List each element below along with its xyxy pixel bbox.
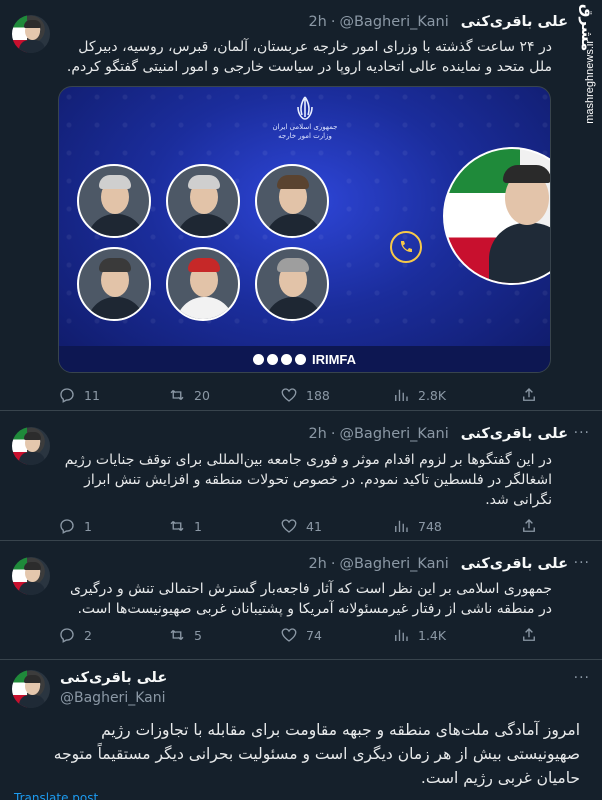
portrait-lavrov [255, 247, 329, 321]
portrait-faisal [166, 247, 240, 321]
reply-count: 1 [84, 518, 92, 534]
tweet-text: در این گفتگوها بر لزوم اقدام موثر و فوری… [64, 452, 552, 508]
tweet-actions: 1 1 41 748 [58, 517, 535, 537]
user-name[interactable]: علی باقری‌کنی [60, 670, 167, 686]
views-count: 1.4K [418, 627, 447, 643]
repost-button[interactable]: 20 [168, 386, 210, 404]
tweet-text: در ۲۴ ساعت گذشته با وزرای امور خارجه عرب… [66, 39, 552, 75]
timestamp[interactable]: 2h [308, 426, 326, 442]
separator-dot: · [330, 14, 336, 30]
translate-link[interactable]: Translate post [14, 791, 98, 800]
repost-icon [170, 521, 184, 531]
views-button[interactable]: 748 [392, 517, 442, 535]
repost-count: 5 [194, 627, 202, 643]
watermark-strip: مشرق mashreghnews.ir [574, 0, 602, 140]
reply-button[interactable]: 11 [58, 386, 100, 404]
user-handle[interactable]: @Bagheri_Kani [60, 690, 165, 706]
avatar[interactable] [12, 670, 50, 708]
separator-dot: · [330, 426, 336, 442]
reply-icon [60, 519, 74, 534]
tweet-actions: 11 20 188 2.8K [58, 386, 535, 406]
timestamp[interactable]: 2h [308, 556, 326, 572]
views-button[interactable]: 1.4K [392, 626, 446, 644]
image-footer: IRIMFA [59, 346, 550, 372]
tweet-4[interactable]: ··· علی باقری‌کنی @Bagheri_Kani امروز آم… [0, 660, 602, 800]
share-icon [523, 628, 535, 641]
reply-icon [60, 628, 74, 643]
user-name[interactable]: علی باقری‌کنی [461, 426, 568, 442]
views-count: 748 [418, 518, 442, 534]
like-button[interactable]: 74 [280, 626, 322, 644]
tweet-actions: 2 5 74 1.4K [58, 626, 535, 646]
more-options-button[interactable]: ··· [574, 425, 590, 441]
reply-button[interactable]: 1 [58, 517, 92, 535]
like-count: 188 [306, 387, 330, 403]
tweet-3[interactable]: ··· 2h · @Bagheri_Kani علی باقری‌کنی جمه… [0, 541, 602, 660]
repost-icon [170, 390, 184, 400]
ministry-caption: جمهوری اسلامی ایران وزارت امور خارجه [272, 123, 338, 140]
avatar[interactable] [12, 15, 50, 53]
user-handle[interactable]: @Bagheri_Kani [339, 556, 448, 572]
avatar[interactable] [12, 557, 50, 595]
share-button[interactable] [520, 626, 538, 644]
views-icon [395, 629, 408, 641]
views-button[interactable]: 2.8K [392, 386, 446, 404]
repost-icon [170, 630, 184, 640]
like-button[interactable]: 41 [280, 517, 322, 535]
user-name[interactable]: علی باقری‌کنی [461, 14, 568, 30]
social-icons [252, 353, 306, 365]
repost-count: 1 [194, 518, 202, 534]
views-icon [395, 520, 408, 532]
watermark-url: mashreghnews.ir [584, 40, 596, 124]
portrait-guterres [77, 164, 151, 238]
user-handle[interactable]: @Bagheri_Kani [339, 14, 448, 30]
tweet-image[interactable]: جمهوری اسلامی ایران وزارت امور خارجه IRI… [58, 86, 551, 373]
like-button[interactable]: 188 [280, 386, 330, 404]
brand-label: IRIMFA [311, 351, 357, 367]
tweet-text: جمهوری اسلامی بر این نظر است که آثار فاج… [69, 581, 552, 617]
views-count: 2.8K [418, 387, 447, 403]
like-count: 41 [306, 518, 322, 534]
user-handle[interactable]: @Bagheri_Kani [339, 426, 448, 442]
heart-icon [281, 519, 297, 533]
heart-icon [281, 388, 297, 402]
repost-button[interactable]: 1 [168, 517, 202, 535]
tweet-header: 2h · @Bagheri_Kani علی باقری‌کنی [308, 556, 568, 572]
portrait-bagheri [443, 147, 550, 285]
views-icon [395, 389, 408, 401]
more-options-button[interactable]: ··· [574, 555, 590, 571]
reply-button[interactable]: 2 [58, 626, 92, 644]
portrait-baerbock [255, 164, 329, 238]
phone-icon [390, 231, 422, 263]
iran-emblem-icon [297, 96, 313, 120]
portrait-kombos [77, 247, 151, 321]
reply-count: 2 [84, 627, 92, 643]
user-name[interactable]: علی باقری‌کنی [461, 556, 568, 572]
share-icon [523, 519, 535, 532]
portrait-borrell [166, 164, 240, 238]
tweet-1[interactable]: 2h · @Bagheri_Kani علی باقری‌کنی در ۲۴ س… [0, 0, 602, 411]
tweet-text: امروز آمادگی ملت‌های منطقه و جبهه مقاومت… [53, 721, 580, 787]
like-count: 74 [306, 627, 322, 643]
share-icon [523, 388, 535, 401]
more-options-button[interactable]: ··· [574, 670, 590, 686]
separator-dot: · [330, 556, 336, 572]
repost-count: 20 [194, 387, 210, 403]
heart-icon [281, 628, 297, 642]
avatar[interactable] [12, 427, 50, 465]
repost-button[interactable]: 5 [168, 626, 202, 644]
mashregh-logo: مشرق [578, 4, 596, 52]
reply-count: 11 [84, 387, 100, 403]
tweet-header: 2h · @Bagheri_Kani علی باقری‌کنی [308, 426, 568, 442]
reply-icon [60, 388, 74, 403]
share-button[interactable] [520, 517, 538, 535]
tweet-header: 2h · @Bagheri_Kani علی باقری‌کنی [308, 14, 568, 30]
tweet-2[interactable]: ··· 2h · @Bagheri_Kani علی باقری‌کنی در … [0, 411, 602, 541]
share-button[interactable] [520, 386, 538, 404]
timestamp[interactable]: 2h [308, 14, 326, 30]
